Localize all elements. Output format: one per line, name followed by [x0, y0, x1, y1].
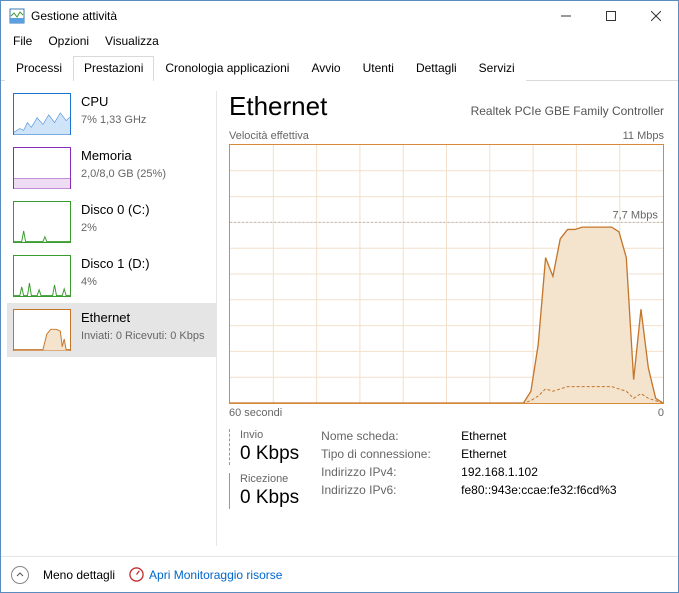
- recv-value: 0 Kbps: [240, 487, 299, 509]
- ipv4-key: Indirizzo IPv4:: [321, 465, 461, 479]
- cpu-title: CPU: [81, 93, 146, 111]
- vertical-divider: [216, 91, 217, 546]
- disk0-title: Disco 0 (C:): [81, 201, 150, 219]
- tab-performance[interactable]: Prestazioni: [73, 56, 154, 81]
- xaxis-right: 0: [658, 407, 664, 419]
- send-value: 0 Kbps: [240, 443, 299, 465]
- disk1-sub: 4%: [81, 275, 150, 290]
- minimize-button[interactable]: [543, 1, 588, 31]
- maximize-button[interactable]: [588, 1, 633, 31]
- tab-users[interactable]: Utenti: [352, 56, 405, 81]
- ethernet-thumb: [13, 309, 71, 351]
- memory-title: Memoria: [81, 147, 166, 165]
- sidebar-item-ethernet[interactable]: Ethernet Inviati: 0 Ricevuti: 0 Kbps: [7, 303, 216, 357]
- tabstrip: Processi Prestazioni Cronologia applicaz…: [1, 51, 678, 81]
- menu-options[interactable]: Opzioni: [40, 32, 97, 50]
- memory-thumb: [13, 147, 71, 189]
- sidebar-item-disk0[interactable]: Disco 0 (C:) 2%: [7, 195, 216, 249]
- ipv6-val: fe80::943e:ccae:fe32:f6cd%3: [461, 483, 616, 497]
- performance-sidebar: CPU 7% 1,33 GHz Memoria 2,0/8,0 GB (25%) D…: [1, 81, 216, 556]
- cardname-val: Ethernet: [461, 429, 506, 443]
- adapter-name: Realtek PCIe GBE Family Controller: [471, 104, 664, 118]
- tab-processes[interactable]: Processi: [5, 56, 73, 81]
- menubar: File Opzioni Visualizza: [1, 31, 678, 51]
- task-manager-window: Gestione attività File Opzioni Visualizz…: [0, 0, 679, 593]
- chart-mark-label: 7,7 Mbps: [612, 209, 658, 221]
- disk0-thumb: [13, 201, 71, 243]
- app-icon: [9, 8, 25, 24]
- tab-details[interactable]: Dettagli: [405, 56, 468, 81]
- disk0-sub: 2%: [81, 221, 150, 236]
- chevron-up-icon[interactable]: [11, 566, 29, 584]
- stat-recv: Ricezione 0 Kbps: [229, 473, 299, 509]
- chart-ylabel: Velocità effettiva: [229, 130, 309, 142]
- disk1-title: Disco 1 (D:): [81, 255, 150, 273]
- sidebar-item-memory[interactable]: Memoria 2,0/8,0 GB (25%): [7, 141, 216, 195]
- menu-file[interactable]: File: [5, 32, 40, 50]
- cpu-thumb: [13, 93, 71, 135]
- main-panel: Ethernet Realtek PCIe GBE Family Control…: [223, 81, 678, 556]
- recv-label: Ricezione: [240, 473, 299, 485]
- fewer-details-link[interactable]: Meno dettagli: [43, 568, 115, 582]
- footer: Meno dettagli Apri Monitoraggio risorse: [1, 556, 678, 592]
- tab-services[interactable]: Servizi: [468, 56, 526, 81]
- conntype-val: Ethernet: [461, 447, 506, 461]
- adapter-info: Nome scheda:Ethernet Tipo di connessione…: [321, 429, 616, 509]
- send-label: Invio: [240, 429, 299, 441]
- disk1-thumb: [13, 255, 71, 297]
- close-button[interactable]: [633, 1, 678, 31]
- ipv6-key: Indirizzo IPv6:: [321, 483, 461, 497]
- performance-icon: [129, 567, 144, 582]
- chart-ymax: 11 Mbps: [623, 130, 664, 142]
- throughput-chart[interactable]: 7,7 Mbps: [229, 144, 664, 404]
- memory-sub: 2,0/8,0 GB (25%): [81, 167, 166, 182]
- tab-startup[interactable]: Avvio: [300, 56, 351, 81]
- sidebar-item-disk1[interactable]: Disco 1 (D:) 4%: [7, 249, 216, 303]
- titlebar[interactable]: Gestione attività: [1, 1, 678, 31]
- window-title: Gestione attività: [31, 9, 117, 23]
- cpu-sub: 7% 1,33 GHz: [81, 113, 146, 128]
- tab-apphistory[interactable]: Cronologia applicazioni: [154, 56, 300, 81]
- conntype-key: Tipo di connessione:: [321, 447, 461, 461]
- page-title: Ethernet: [229, 91, 327, 122]
- ethernet-sub: Inviati: 0 Ricevuti: 0 Kbps: [81, 329, 205, 344]
- cardname-key: Nome scheda:: [321, 429, 461, 443]
- ethernet-title: Ethernet: [81, 309, 205, 327]
- xaxis-left: 60 secondi: [229, 407, 282, 419]
- menu-view[interactable]: Visualizza: [97, 32, 167, 50]
- resource-monitor-link[interactable]: Apri Monitoraggio risorse: [129, 567, 282, 582]
- stat-send: Invio 0 Kbps: [229, 429, 299, 465]
- ipv4-val: 192.168.1.102: [461, 465, 538, 479]
- sidebar-item-cpu[interactable]: CPU 7% 1,33 GHz: [7, 87, 216, 141]
